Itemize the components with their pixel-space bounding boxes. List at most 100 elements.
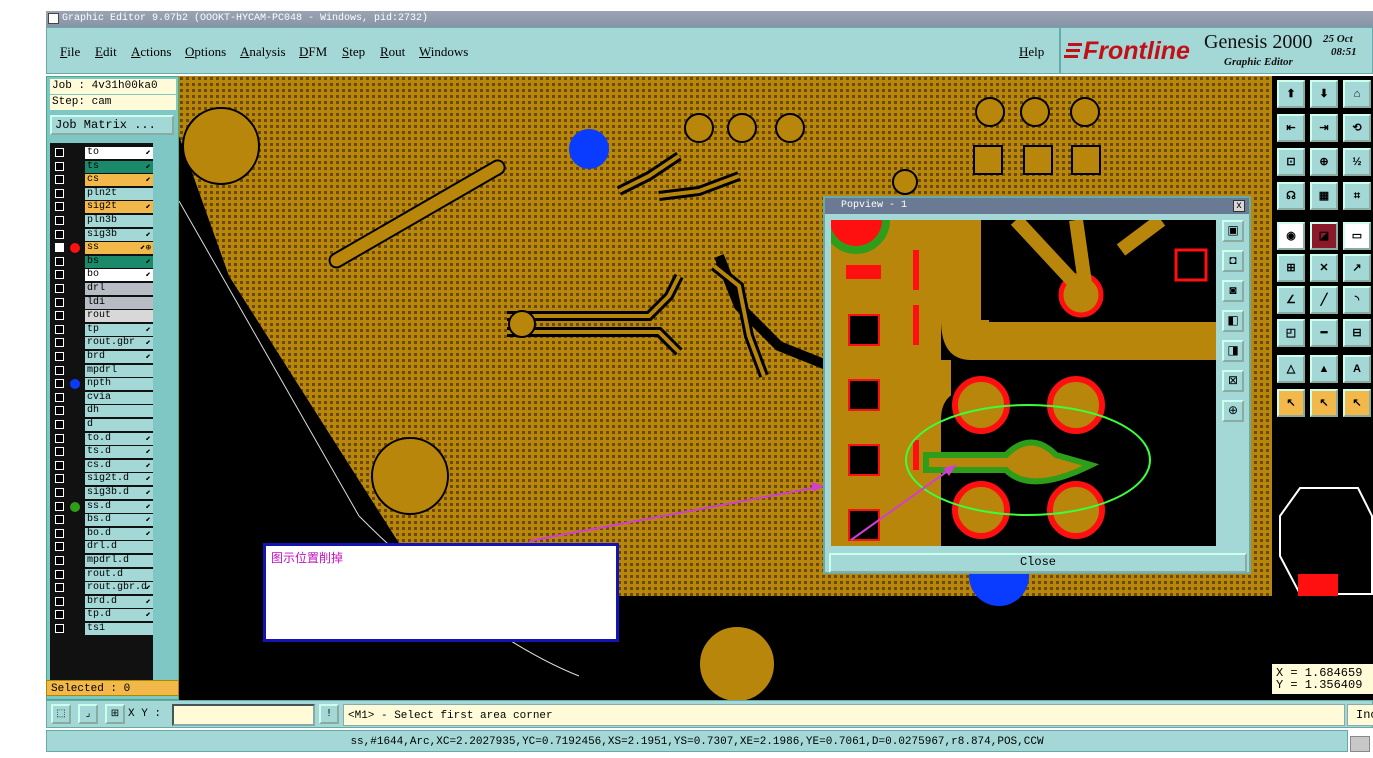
layer-checkbox[interactable] <box>55 297 64 307</box>
popview-tool-6-icon[interactable]: ⊠ <box>1222 370 1244 392</box>
menu-file[interactable]: File <box>60 44 80 60</box>
layer-row[interactable]: pln2t <box>53 187 153 200</box>
layer-checkbox[interactable] <box>55 474 64 484</box>
layer-row[interactable]: dh <box>53 405 153 418</box>
zoom-fit-icon[interactable]: ⊡ <box>1277 148 1305 176</box>
layer-row[interactable]: mpdrl.d <box>53 555 153 567</box>
layer-checkbox[interactable] <box>55 243 64 253</box>
popview-close-button[interactable]: Close <box>829 553 1247 573</box>
layer-row[interactable]: npth <box>53 378 153 391</box>
layer-checkbox[interactable] <box>55 202 64 212</box>
layer-row[interactable]: sig3b ⬋ <box>53 228 153 241</box>
menu-rout[interactable]: Rout <box>380 44 405 60</box>
layer-row[interactable]: ldi <box>53 296 153 309</box>
layer-checkbox[interactable] <box>55 624 64 633</box>
layer-checkbox[interactable] <box>55 515 64 525</box>
menu-dfm[interactable]: DFM <box>299 44 327 60</box>
layer-row[interactable]: bo ⬋ <box>53 269 153 282</box>
layer-checkbox[interactable] <box>55 420 64 429</box>
layer-row[interactable]: cs.d ⬋ <box>53 459 153 472</box>
mini-map[interactable] <box>1272 476 1373 606</box>
layer-row[interactable]: ts ⬋ <box>53 160 153 173</box>
layer-checkbox[interactable] <box>55 338 64 348</box>
layer-checkbox[interactable] <box>55 569 64 579</box>
menu-options[interactable]: Options <box>185 44 226 60</box>
layer-row[interactable]: drl <box>53 283 153 295</box>
pointer-3-icon[interactable]: ↖ <box>1343 389 1371 417</box>
layer-checkbox[interactable] <box>55 148 64 157</box>
layer-row[interactable]: bo.d ⬋ <box>53 527 153 540</box>
zoom-down-icon[interactable]: ⬇ <box>1310 80 1338 108</box>
symbol-icon[interactable]: ⊟ <box>1343 319 1371 347</box>
layer-checkbox[interactable] <box>55 542 64 552</box>
triangle-1-icon[interactable]: △ <box>1277 355 1305 383</box>
layer-row[interactable]: to.d ⬋ <box>53 432 153 445</box>
layer-checkbox[interactable] <box>55 556 64 565</box>
layer-checkbox[interactable] <box>55 433 64 443</box>
layer-row[interactable]: rout <box>53 310 153 323</box>
window-title-bar[interactable]: Graphic Editor 9.07b2 (OOOKT-HYCAM-PC048… <box>46 11 1373 27</box>
menu-windows[interactable]: Windows <box>419 44 468 60</box>
triangle-2-icon[interactable]: ▲ <box>1310 355 1338 383</box>
layer-checkbox[interactable] <box>55 447 64 457</box>
zoom-home-icon[interactable]: ⬆ <box>1277 80 1305 108</box>
xy-input[interactable] <box>172 704 315 726</box>
layer-row[interactable]: tp.d ⬋ <box>53 609 153 622</box>
layer-row[interactable]: sig2t.d ⬋ <box>53 473 153 486</box>
layer-row[interactable]: to ⬋ <box>53 147 153 159</box>
popview-window[interactable]: Popview - 1 x ▣ ◘ ◙ ◧ ◨ ⊠ ⊕ Close <box>823 196 1251 574</box>
layer-checkbox[interactable] <box>55 175 64 185</box>
line-icon[interactable]: ╱ <box>1310 286 1338 314</box>
layer-row[interactable]: rout.d <box>53 568 153 581</box>
layer-checkbox[interactable] <box>55 256 64 266</box>
popview-tool-1-icon[interactable]: ▣ <box>1222 220 1244 242</box>
pan-right-icon[interactable]: ⇥ <box>1310 114 1338 142</box>
layer-checkbox[interactable] <box>55 270 64 280</box>
layer-checkbox[interactable] <box>55 216 64 225</box>
popview-tool-3-icon[interactable]: ◙ <box>1222 280 1244 302</box>
layer-checkbox[interactable] <box>55 488 64 497</box>
layer-checkbox[interactable] <box>55 324 64 334</box>
snap-mode-icon[interactable]: ⌟ <box>78 704 98 724</box>
layer-row[interactable]: rout.gbr ⬋ <box>53 337 153 350</box>
layer-row[interactable]: ts1 <box>53 623 153 635</box>
menu-analysis[interactable]: Analysis <box>240 44 286 60</box>
job-matrix-button[interactable]: Job Matrix ... <box>50 115 174 135</box>
net-icon[interactable]: ⊞ <box>1277 254 1305 282</box>
layer-checkbox[interactable] <box>55 501 64 511</box>
popview-tool-7-icon[interactable]: ⊕ <box>1222 400 1244 422</box>
layer-row[interactable]: brd ⬋ <box>53 351 153 363</box>
zoom-center-icon[interactable]: ⊕ <box>1310 148 1338 176</box>
menu-step[interactable]: Step <box>342 44 365 60</box>
layer-checkbox[interactable] <box>55 379 64 389</box>
ruler-icon[interactable]: ▭ <box>1343 222 1371 250</box>
select-mode-icon[interactable]: ◉ <box>1277 222 1305 250</box>
grid-snap-icon[interactable]: ⊞ <box>105 704 125 724</box>
inc-button[interactable]: Inc <box>1347 704 1373 726</box>
home-icon[interactable]: ⌂ <box>1343 80 1371 108</box>
layer-checkbox[interactable] <box>55 311 64 321</box>
menu-actions[interactable]: Actions <box>131 44 171 60</box>
delete-icon[interactable]: ✕ <box>1310 254 1338 282</box>
undo-icon[interactable]: ⟲ <box>1343 114 1371 142</box>
layer-checkbox[interactable] <box>55 406 64 416</box>
layer-row[interactable]: cs ⬋ <box>53 174 153 187</box>
layer-row[interactable]: tp ⬋ <box>53 323 153 336</box>
menu-edit[interactable]: Edit <box>95 44 117 60</box>
layer-row[interactable]: sig2t ⬋ <box>53 201 153 214</box>
layer-checkbox[interactable] <box>55 365 64 375</box>
scale-1-2-icon[interactable]: ½ <box>1343 148 1371 176</box>
pointer-1-icon[interactable]: ↖ <box>1277 389 1305 417</box>
popview-tool-5-icon[interactable]: ◨ <box>1222 340 1244 362</box>
menu-help[interactable]: Help <box>1019 44 1044 60</box>
pan-left-icon[interactable]: ⇤ <box>1277 114 1305 142</box>
layer-row[interactable]: ts.d ⬋ <box>53 446 153 459</box>
select-area-icon[interactable]: ⬚ <box>51 704 71 724</box>
layer-checkbox[interactable] <box>55 188 64 198</box>
layer-row[interactable]: d <box>53 419 153 431</box>
layer-checkbox[interactable] <box>55 460 64 470</box>
layer-checkbox[interactable] <box>55 229 64 239</box>
measure-icon[interactable]: ☊ <box>1277 182 1305 210</box>
layer-row[interactable]: bs ⬋ <box>53 255 153 268</box>
resize-grip-icon[interactable] <box>1350 736 1370 752</box>
